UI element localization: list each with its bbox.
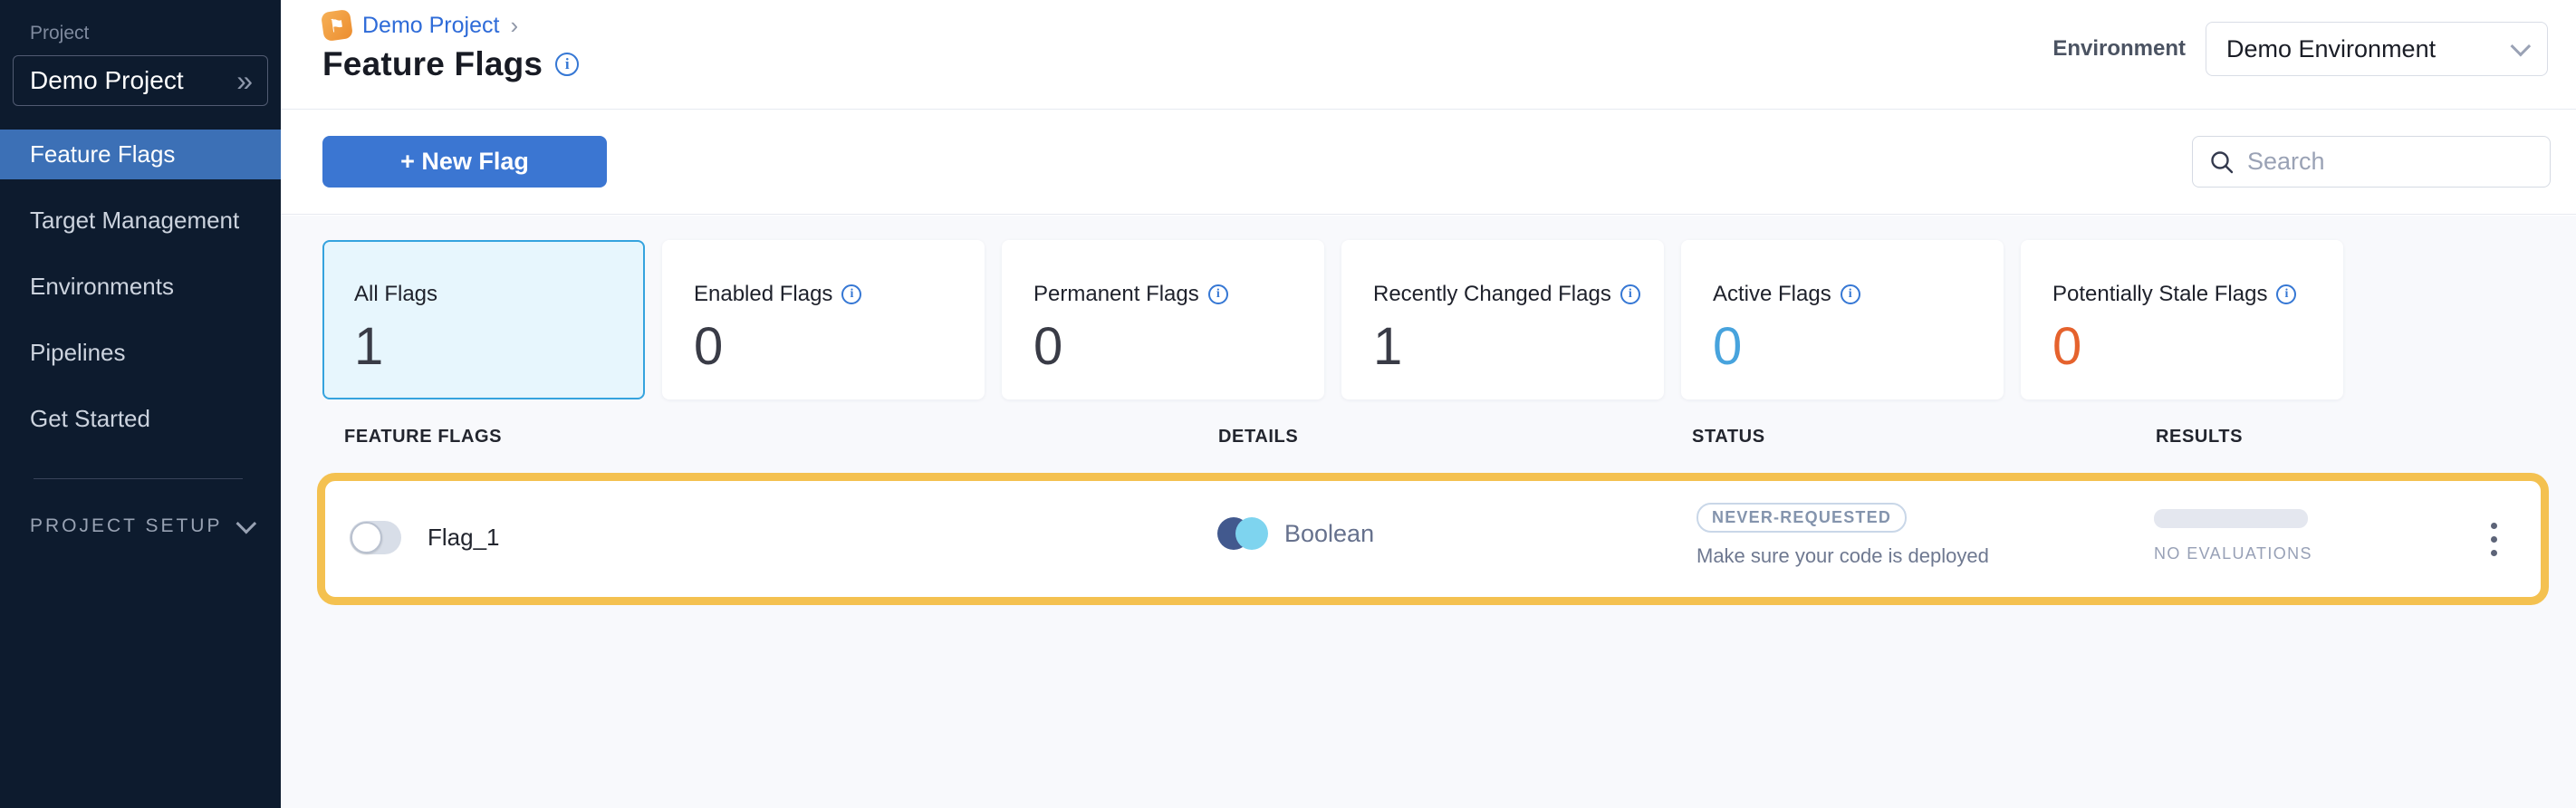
main-area: ⚑ Demo Project › Feature Flags i Environ… [281, 0, 2576, 808]
info-icon[interactable]: i [1841, 284, 1860, 304]
column-header-details: Details [1218, 427, 1298, 447]
project-label: Project [30, 23, 281, 44]
boolean-type-icon [1217, 517, 1268, 550]
project-setup-section[interactable]: PROJECT SETUP [30, 515, 251, 537]
title-info-icon[interactable]: i [555, 53, 579, 76]
stat-card-active-flags[interactable]: Active Flags i 0 [1681, 240, 2004, 399]
row-options-menu-icon[interactable] [2474, 514, 2514, 564]
sidebar-item-environments[interactable]: Environments [0, 262, 281, 312]
table-header: Feature Flags Details Status Results [281, 427, 2576, 454]
content-area: All Flags 1 Enabled Flags i 0 Permanent … [281, 216, 2576, 808]
breadcrumb: ⚑ Demo Project › [322, 11, 518, 40]
project-selector[interactable]: Demo Project » [13, 55, 268, 106]
column-header-status: Status [1692, 427, 1765, 447]
table-row-flag-1[interactable]: Flag_1 Boolean NEVER-REQUESTED Make sure… [317, 473, 2549, 605]
info-icon[interactable]: i [1620, 284, 1640, 304]
search-icon [2209, 149, 2235, 175]
stat-card-all-flags[interactable]: All Flags 1 [322, 240, 645, 399]
status-helper-text: Make sure your code is deployed [1697, 544, 1989, 568]
column-header-results: Results [2156, 427, 2243, 447]
breadcrumb-project-link[interactable]: Demo Project [362, 13, 499, 39]
toolbar: + New Flag [281, 110, 2576, 215]
flag-status-cell: NEVER-REQUESTED Make sure your code is d… [1697, 503, 1989, 568]
sidebar-item-feature-flags[interactable]: Feature Flags [0, 130, 281, 179]
sidebar-item-label: Environments [30, 273, 174, 301]
column-header-feature-flags: Feature Flags [344, 427, 502, 447]
toggle-knob [351, 522, 382, 553]
info-icon[interactable]: i [1208, 284, 1228, 304]
page-header: ⚑ Demo Project › Feature Flags i Environ… [281, 0, 2576, 110]
environment-label: Environment [2052, 36, 2186, 62]
chevron-down-icon [2511, 36, 2532, 57]
sidebar-nav: Feature Flags Target Management Environm… [0, 130, 281, 444]
card-value: 0 [1033, 318, 1322, 376]
flag-toggle[interactable] [350, 521, 401, 554]
stat-card-potentially-stale-flags[interactable]: Potentially Stale Flags i 0 [2021, 240, 2343, 399]
results-placeholder-bar [2154, 509, 2308, 528]
sidebar-item-pipelines[interactable]: Pipelines [0, 328, 281, 378]
stat-card-recently-changed-flags[interactable]: Recently Changed Flags i 1 [1341, 240, 1664, 399]
results-label: NO EVALUATIONS [2154, 544, 2308, 563]
environment-select[interactable]: Demo Environment [2206, 22, 2548, 76]
new-flag-button[interactable]: + New Flag [322, 136, 607, 188]
sidebar-divider [34, 478, 243, 479]
card-label: Potentially Stale Flags [2052, 282, 2267, 307]
card-label: Active Flags [1713, 282, 1831, 307]
project-selector-value: Demo Project [30, 66, 184, 95]
card-label: Permanent Flags [1033, 282, 1199, 307]
stats-cards-row: All Flags 1 Enabled Flags i 0 Permanent … [322, 240, 2343, 399]
flag-results-cell: NO EVALUATIONS [2154, 509, 2308, 563]
flag-name[interactable]: Flag_1 [428, 524, 500, 552]
search-input[interactable] [2247, 148, 2533, 176]
sidebar-item-label: Get Started [30, 405, 150, 433]
card-value: 0 [1713, 318, 2002, 376]
sidebar: Project Demo Project » Feature Flags Tar… [0, 0, 281, 808]
environment-value: Demo Environment [2226, 35, 2436, 63]
stat-card-enabled-flags[interactable]: Enabled Flags i 0 [662, 240, 985, 399]
stat-card-permanent-flags[interactable]: Permanent Flags i 0 [1002, 240, 1324, 399]
card-value: 1 [354, 318, 643, 376]
sidebar-item-get-started[interactable]: Get Started [0, 394, 281, 444]
card-label: Recently Changed Flags [1373, 282, 1611, 307]
card-value: 0 [2052, 318, 2341, 376]
expand-projects-icon[interactable]: » [236, 66, 253, 95]
feature-flags-app-icon: ⚑ [321, 9, 353, 42]
breadcrumb-chevron-icon: › [510, 12, 518, 40]
sidebar-item-target-management[interactable]: Target Management [0, 196, 281, 245]
search-box[interactable] [2192, 136, 2551, 188]
page-title: Feature Flags [322, 45, 543, 83]
card-label: All Flags [354, 282, 437, 307]
sidebar-item-label: Feature Flags [30, 140, 175, 168]
info-icon[interactable]: i [2276, 284, 2296, 304]
sidebar-item-label: Pipelines [30, 339, 126, 367]
flag-type-label: Boolean [1284, 520, 1374, 548]
card-value: 0 [694, 318, 983, 376]
project-setup-label: PROJECT SETUP [30, 515, 222, 537]
status-badge: NEVER-REQUESTED [1697, 503, 1907, 533]
flag-type-cell: Boolean [1217, 517, 1374, 550]
card-value: 1 [1373, 318, 1662, 376]
sidebar-item-label: Target Management [30, 207, 239, 235]
chevron-down-icon [236, 514, 257, 534]
card-label: Enabled Flags [694, 282, 832, 307]
info-icon[interactable]: i [841, 284, 861, 304]
